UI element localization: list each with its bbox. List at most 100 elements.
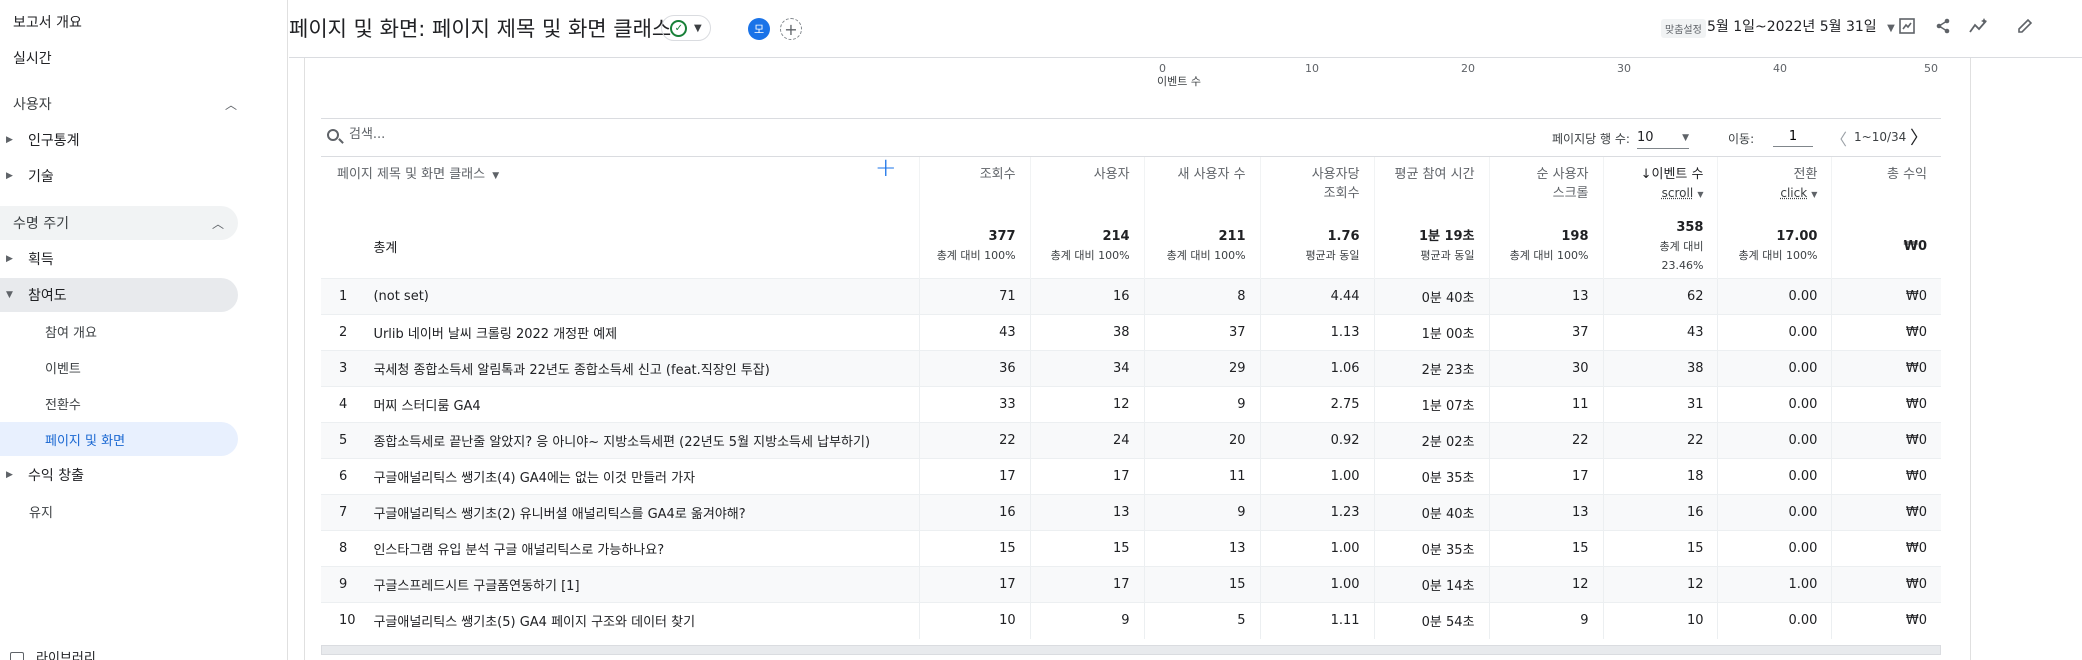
metric-cell: 15: [1488, 530, 1603, 567]
nav-label: 참여 개요: [45, 325, 97, 341]
page-title-cell[interactable]: 종합소득세로 끝난줄 알았지? 응 아니야~ 지방소득세편 (22년도 5월 지…: [373, 422, 920, 459]
dimension-header[interactable]: 페이지 제목 및 화면 클래스 ▼ +: [321, 155, 920, 215]
nav-pages-screens[interactable]: 페이지 및 화면: [0, 422, 238, 456]
table-row[interactable]: 7 구글애널리틱스 쌩기초(2) 유니버셜 애널리틱스를 GA4로 옮겨야해? 16…: [321, 494, 1941, 531]
add-comparison-icon[interactable]: +: [780, 18, 802, 40]
nav-acquisition[interactable]: ▶ 획득: [0, 242, 54, 276]
insights-icon[interactable]: [1966, 13, 1992, 39]
table-row[interactable]: 6 구글애널리틱스 쌩기초(4) GA4에는 없는 이것 만들러 가자 17 17 11…: [321, 458, 1941, 495]
nav-label: 실시간: [13, 51, 52, 67]
metric-cell: 1.13: [1259, 314, 1375, 351]
share-icon[interactable]: [1930, 13, 1956, 39]
caret-right-icon: ▶: [6, 470, 13, 480]
rows-per-page-label: 페이지당 행 수:: [1552, 132, 1630, 146]
col-header-sorted[interactable]: ↓이벤트 수 scroll ▼: [1602, 156, 1718, 215]
page-title-cell[interactable]: 머찌 스터디룸 GA4: [373, 386, 920, 423]
metric-cell: 5: [1143, 602, 1261, 639]
metric-cell: 15: [1602, 530, 1718, 567]
header-label: 사용자: [1093, 167, 1130, 182]
nav-library[interactable]: 라이브러리: [10, 647, 96, 660]
metric-cell: 8: [1143, 278, 1261, 315]
add-dimension-icon[interactable]: +: [875, 155, 897, 181]
table-row[interactable]: 10 구글애널리틱스 쌩기초(5) GA4 페이지 구조와 데이터 찾기 10 9 5 1…: [321, 602, 1941, 639]
avatar[interactable]: 모: [748, 18, 770, 40]
metric-cell: 1분 07초: [1373, 386, 1490, 423]
horizontal-scrollbar[interactable]: [321, 645, 1941, 655]
check-icon: ✓: [670, 19, 688, 37]
metric-cell: 9: [1488, 602, 1603, 639]
col-header[interactable]: 전환 click ▼: [1717, 156, 1832, 215]
metric-cell: 4.44: [1259, 278, 1375, 315]
total-sub: 평균과 동일: [1420, 249, 1475, 263]
header-label: 조회수: [979, 167, 1016, 182]
metric-cell: 22: [1602, 422, 1718, 459]
page-title-cell[interactable]: 구글애널리틱스 쌩기초(4) GA4에는 없는 이것 만들러 가자: [373, 458, 920, 495]
nav-monetization[interactable]: ▶ 수익 창출: [0, 458, 84, 492]
axis-tick: 10: [1305, 62, 1319, 75]
metric-cell: 12: [1029, 386, 1145, 423]
header-label: 총 수익: [1886, 167, 1927, 182]
nav-tech[interactable]: ▶ 기술: [0, 159, 54, 193]
page-title-cell[interactable]: (not set): [373, 278, 920, 315]
metric-cell: 34: [1029, 350, 1145, 387]
row-index: 4: [321, 386, 374, 423]
page-title-cell[interactable]: 구글스프레드시트 구글폼연동하기 [1]: [373, 566, 920, 603]
nav-events[interactable]: 이벤트: [0, 350, 238, 384]
metric-cell: 12: [1602, 566, 1718, 603]
search-input[interactable]: [349, 127, 649, 142]
event-name-select[interactable]: scroll: [1662, 186, 1694, 200]
nav-report-overview[interactable]: 보고서 개요: [13, 5, 82, 39]
page-title-cell[interactable]: Urlib 네이버 날씨 크롤링 2022 개정판 예제: [373, 314, 920, 351]
edit-pencil-icon[interactable]: [2012, 13, 2038, 39]
col-header[interactable]: 사용자: [1029, 156, 1145, 215]
nav-engagement-overview[interactable]: 참여 개요: [0, 314, 238, 348]
table-row[interactable]: 5 종합소득세로 끝난줄 알았지? 응 아니야~ 지방소득세편 (22년도 5월 …: [321, 422, 1941, 459]
search-icon: [327, 129, 339, 141]
total-value: 198: [1561, 229, 1589, 245]
metric-cell: ₩0: [1831, 602, 1941, 639]
nav-realtime[interactable]: 실시간: [13, 41, 52, 75]
nav-label: 획득: [28, 252, 54, 268]
nav-retention[interactable]: 유지: [0, 494, 238, 528]
col-header[interactable]: 새 사용자 수: [1143, 156, 1261, 215]
table-row[interactable]: 4 머찌 스터디룸 GA4 33 12 9 2.75 1분 07초 11 31 0.00 ₩0: [321, 386, 1941, 423]
nav-section-lifecycle[interactable]: 수명 주기 ︿: [0, 206, 238, 240]
status-chip[interactable]: ✓ ▼: [661, 15, 711, 41]
metric-cell: ₩0: [1831, 494, 1941, 531]
col-header[interactable]: 조회수: [918, 156, 1031, 215]
metric-cell: 16: [1602, 494, 1718, 531]
table-row[interactable]: 2 Urlib 네이버 날씨 크롤링 2022 개정판 예제 43 38 37 1.13 1…: [321, 314, 1941, 351]
nav-conversions[interactable]: 전환수: [0, 386, 238, 420]
col-header[interactable]: 평균 참여 시간: [1373, 156, 1490, 215]
chevron-left-icon[interactable]: 〈: [1831, 126, 1847, 150]
table-row[interactable]: 9 구글스프레드시트 구글폼연동하기 [1] 17 17 15 1.00 0분 14초 12 1…: [321, 566, 1941, 603]
header-label: 전환: [1793, 167, 1818, 182]
table-row[interactable]: 3 국세청 종합소득세 알림톡과 22년도 종합소득세 신고 (feat.직장인 …: [321, 350, 1941, 387]
nav-demographics[interactable]: ▶ 인구통계: [0, 123, 80, 157]
chevron-right-icon[interactable]: 〉: [1910, 124, 1928, 150]
date-range-picker[interactable]: 5월 1일~2022년 5월 31일 ▼: [1707, 16, 1895, 36]
table-row[interactable]: 1 (not set) 71 16 8 4.44 0분 40초 13 62 0.00 ₩0: [321, 278, 1941, 315]
col-header[interactable]: 순 사용자 스크롤: [1488, 156, 1603, 215]
col-header[interactable]: 총 수익: [1831, 156, 1941, 215]
goto-page-input[interactable]: [1773, 127, 1813, 147]
metric-cell: 17: [918, 458, 1031, 495]
page-title-cell[interactable]: 인스타그램 유입 분석 구글 애널리틱스로 가능하나요?: [373, 530, 920, 567]
rows-per-page-select[interactable]: 10 ▼: [1637, 127, 1689, 149]
page-title-cell[interactable]: 국세청 종합소득세 알림톡과 22년도 종합소득세 신고 (feat.직장인 투…: [373, 350, 920, 387]
total-sub: 총계 대비 100%: [1050, 249, 1130, 263]
conversion-event-select[interactable]: click: [1780, 186, 1807, 200]
table-row[interactable]: 8 인스타그램 유입 분석 구글 애널리틱스로 가능하나요? 15 15 13 1.00 0…: [321, 530, 1941, 567]
metric-cell: 9: [1143, 386, 1261, 423]
nav-engagement[interactable]: ▼ 참여도: [0, 278, 238, 312]
nav-section-users[interactable]: 사용자 ︿: [13, 87, 237, 121]
metric-cell: 1.11: [1259, 602, 1375, 639]
col-header[interactable]: 사용자당 조회수: [1259, 156, 1375, 215]
metric-cell: 15: [918, 530, 1031, 567]
customize-report-icon[interactable]: [1894, 13, 1920, 39]
metric-cell: 0.00: [1717, 422, 1832, 459]
header-label: 사용자당 조회수: [1311, 167, 1360, 201]
page-title-cell[interactable]: 구글애널리틱스 쌩기초(2) 유니버셜 애널리틱스를 GA4로 옮겨야해?: [373, 494, 920, 531]
page-title-cell[interactable]: 구글애널리틱스 쌩기초(5) GA4 페이지 구조와 데이터 찾기: [373, 602, 920, 639]
goto-label: 이동:: [1728, 132, 1755, 146]
